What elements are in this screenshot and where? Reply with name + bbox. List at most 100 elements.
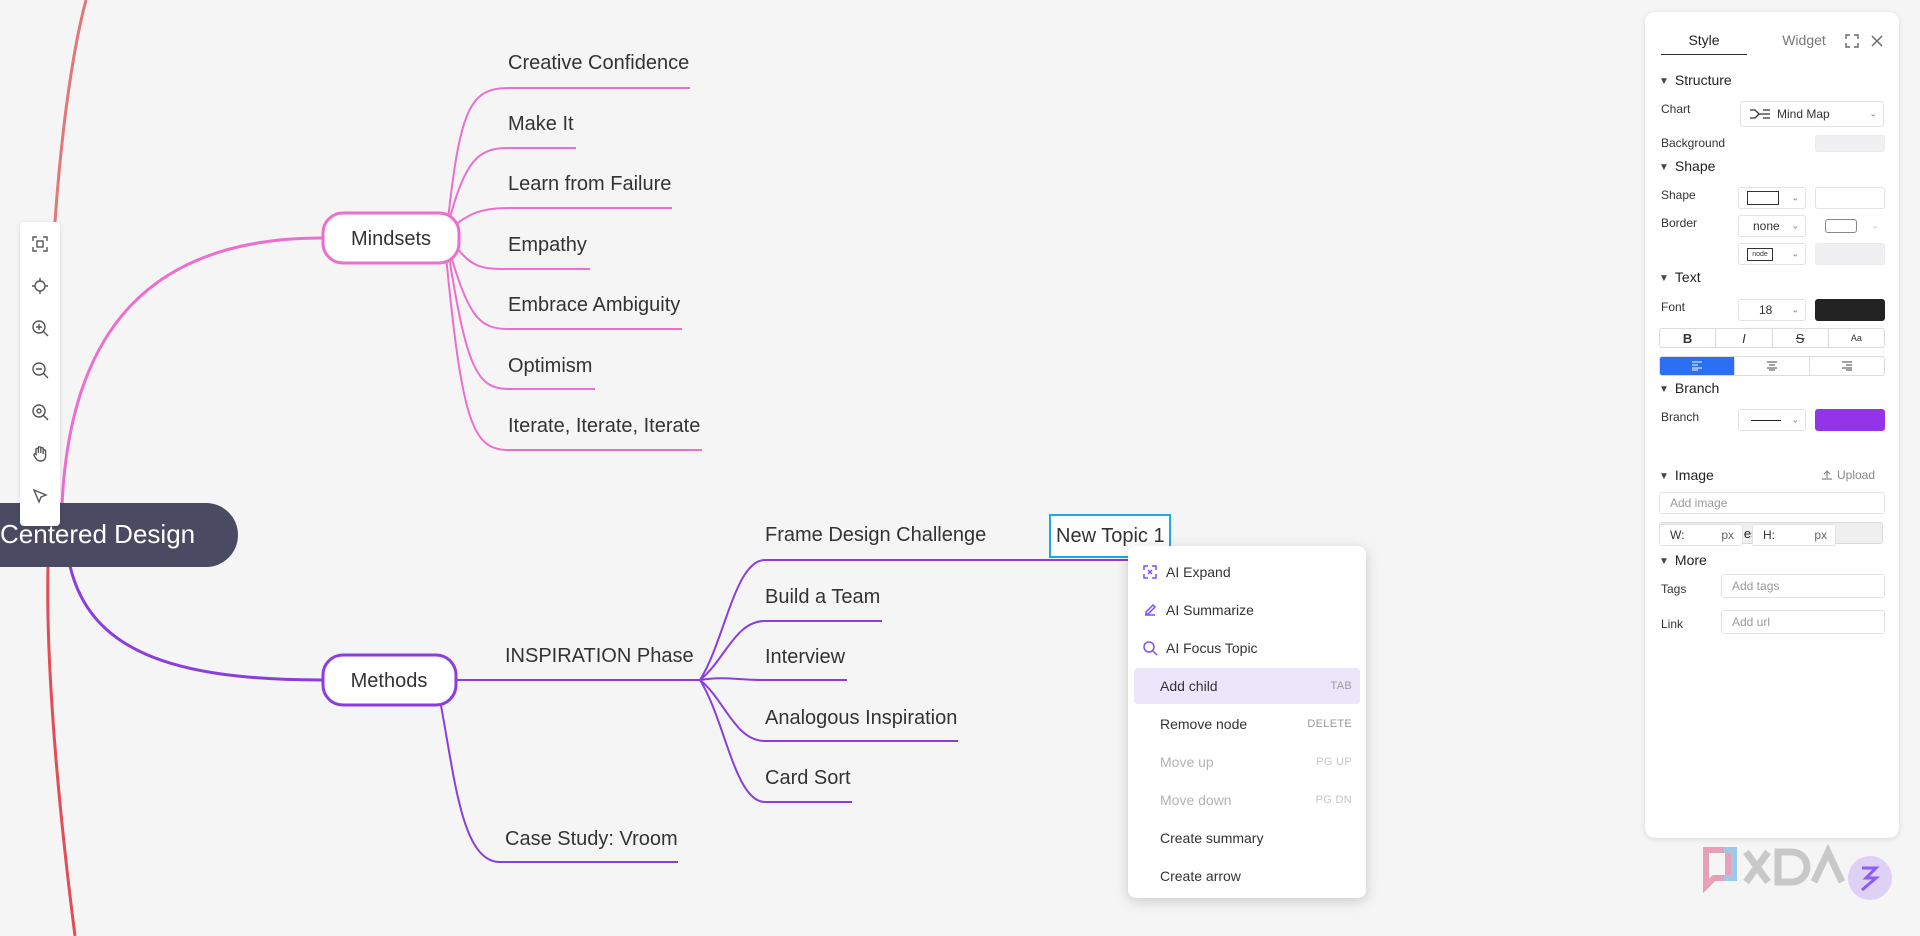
italic-button[interactable]: I bbox=[1716, 329, 1773, 347]
topic-make-it[interactable]: Make It bbox=[508, 113, 574, 135]
menu-move-down-label: Move down bbox=[1160, 792, 1232, 808]
image-width-input[interactable]: W: px bbox=[1659, 524, 1743, 546]
chart-select[interactable]: Mind Map ⌄ bbox=[1740, 101, 1884, 127]
border-style-value: none bbox=[1753, 219, 1780, 233]
branch-line-select[interactable]: ⌄ bbox=[1738, 409, 1806, 431]
methods-node-label: Methods bbox=[351, 670, 428, 692]
menu-move-up[interactable]: Move up PG UP bbox=[1134, 744, 1360, 780]
menu-move-up-shortcut: PG UP bbox=[1316, 756, 1352, 768]
topic-analogous-inspiration[interactable]: Analogous Inspiration bbox=[765, 707, 957, 729]
border-color-swatch bbox=[1825, 219, 1857, 233]
search-icon bbox=[1142, 640, 1158, 656]
pointer-icon[interactable] bbox=[26, 482, 54, 510]
topic-learn-from-failure[interactable]: Learn from Failure bbox=[508, 173, 671, 195]
menu-create-summary[interactable]: Create summary bbox=[1134, 820, 1360, 856]
section-shape-title: Shape bbox=[1674, 158, 1716, 174]
image-height-input[interactable]: H: px bbox=[1752, 524, 1836, 546]
topic-optimism[interactable]: Optimism bbox=[508, 355, 592, 377]
section-shape[interactable]: ▼ Shape bbox=[1659, 158, 1715, 174]
link-input[interactable]: Add url bbox=[1721, 610, 1885, 634]
chevron-down-icon: ⌄ bbox=[1871, 220, 1879, 231]
menu-ai-focus-topic[interactable]: AI Focus Topic bbox=[1134, 630, 1360, 666]
border-color-select[interactable]: ⌄ bbox=[1815, 215, 1885, 237]
chart-label: Chart bbox=[1661, 102, 1691, 116]
section-structure[interactable]: ▼ Structure bbox=[1659, 72, 1732, 88]
root-branch-bottom bbox=[46, 565, 77, 936]
align-left-icon bbox=[1692, 361, 1702, 371]
section-image[interactable]: ▼ Image bbox=[1659, 467, 1714, 483]
topic-inspiration-phase[interactable]: INSPIRATION Phase bbox=[505, 645, 694, 667]
caret-down-icon: ▼ bbox=[1659, 471, 1669, 482]
shape-label: Shape bbox=[1661, 188, 1696, 202]
menu-remove-node-shortcut: DELETE bbox=[1307, 718, 1352, 730]
zoom-in-icon[interactable] bbox=[26, 314, 54, 342]
background-color-swatch[interactable] bbox=[1815, 135, 1885, 152]
topic-card-sort[interactable]: Card Sort bbox=[765, 767, 851, 789]
topic-build-a-team[interactable]: Build a Team bbox=[765, 586, 880, 608]
section-image-title: Image bbox=[1674, 467, 1714, 483]
border-style-select[interactable]: none ⌄ bbox=[1738, 215, 1806, 237]
topic-new-topic-1[interactable]: New Topic 1 bbox=[1056, 525, 1165, 547]
upload-button[interactable]: Upload bbox=[1821, 468, 1875, 482]
menu-ai-summarize-label: AI Summarize bbox=[1166, 602, 1254, 618]
topic-empathy[interactable]: Empathy bbox=[508, 234, 587, 256]
section-text[interactable]: ▼ Text bbox=[1659, 269, 1701, 285]
font-size-select[interactable]: 18 ⌄ bbox=[1738, 299, 1806, 321]
width-label: W: bbox=[1670, 528, 1685, 542]
align-right-button[interactable] bbox=[1810, 357, 1884, 375]
node-style-swatch[interactable] bbox=[1815, 243, 1885, 265]
mindsets-branches bbox=[445, 87, 702, 451]
topic-iterate[interactable]: Iterate, Iterate, Iterate bbox=[508, 415, 700, 437]
section-more-title: More bbox=[1674, 552, 1707, 568]
topic-case-study[interactable]: Case Study: Vroom bbox=[505, 828, 678, 850]
fit-view-icon[interactable] bbox=[26, 230, 54, 258]
shape-select[interactable]: ⌄ bbox=[1738, 187, 1806, 209]
branch-color-swatch[interactable] bbox=[1815, 409, 1885, 431]
menu-create-arrow[interactable]: Create arrow bbox=[1134, 858, 1360, 894]
menu-ai-summarize[interactable]: AI Summarize bbox=[1134, 592, 1360, 628]
branch-root-mindsets bbox=[60, 236, 323, 506]
context-menu: AI Expand AI Summarize AI Focus Topic Ad… bbox=[1128, 546, 1366, 898]
branch-root-methods bbox=[68, 565, 323, 682]
mindsets-node-label: Mindsets bbox=[351, 228, 431, 250]
caret-down-icon: ▼ bbox=[1659, 162, 1669, 173]
add-image-input[interactable]: Add image bbox=[1659, 492, 1885, 514]
section-more[interactable]: ▼ More bbox=[1659, 552, 1707, 568]
chevron-down-icon: ⌄ bbox=[1791, 248, 1799, 259]
topic-interview[interactable]: Interview bbox=[765, 646, 846, 668]
menu-ai-focus-label: AI Focus Topic bbox=[1166, 640, 1258, 656]
locate-icon[interactable] bbox=[26, 272, 54, 300]
zoom-out-icon[interactable] bbox=[26, 356, 54, 384]
expand-icon bbox=[1142, 564, 1158, 580]
section-branch[interactable]: ▼ Branch bbox=[1659, 380, 1719, 396]
chevron-down-icon: ⌄ bbox=[1791, 220, 1799, 231]
height-unit: px bbox=[1814, 528, 1827, 542]
case-button[interactable]: Aa bbox=[1829, 329, 1884, 347]
strikethrough-button[interactable]: S bbox=[1773, 329, 1829, 347]
topic-creative-confidence[interactable]: Creative Confidence bbox=[508, 52, 689, 74]
topic-embrace-ambiguity[interactable]: Embrace Ambiguity bbox=[508, 294, 680, 316]
align-left-button[interactable] bbox=[1660, 357, 1735, 375]
close-icon[interactable] bbox=[1870, 34, 1886, 50]
zoom-reset-icon[interactable] bbox=[26, 398, 54, 426]
mindmap-canvas[interactable]: Centered Design Mindsets Methods Creativ… bbox=[0, 0, 1920, 936]
hand-icon[interactable] bbox=[26, 440, 54, 468]
menu-remove-node[interactable]: Remove node DELETE bbox=[1134, 706, 1360, 742]
bold-button[interactable]: B bbox=[1660, 329, 1717, 347]
menu-ai-expand[interactable]: AI Expand bbox=[1134, 554, 1360, 590]
shape-fill-swatch[interactable] bbox=[1815, 187, 1885, 209]
topic-frame-design-challenge[interactable]: Frame Design Challenge bbox=[765, 524, 986, 546]
font-color-swatch[interactable] bbox=[1815, 299, 1885, 321]
menu-move-down[interactable]: Move down PG DN bbox=[1134, 782, 1360, 818]
chart-select-value: Mind Map bbox=[1777, 107, 1830, 121]
tab-widget[interactable]: Widget bbox=[1761, 32, 1847, 48]
caret-down-icon: ▼ bbox=[1659, 556, 1669, 567]
expand-icon[interactable] bbox=[1845, 34, 1861, 50]
align-center-button[interactable] bbox=[1735, 357, 1810, 375]
tab-style[interactable]: Style bbox=[1661, 32, 1747, 55]
tags-input[interactable]: Add tags bbox=[1721, 574, 1885, 598]
node-style-select[interactable]: node ⌄ bbox=[1738, 243, 1806, 265]
menu-add-child[interactable]: Add child TAB bbox=[1134, 668, 1360, 704]
section-structure-title: Structure bbox=[1674, 72, 1732, 88]
menu-remove-node-label: Remove node bbox=[1160, 716, 1248, 732]
